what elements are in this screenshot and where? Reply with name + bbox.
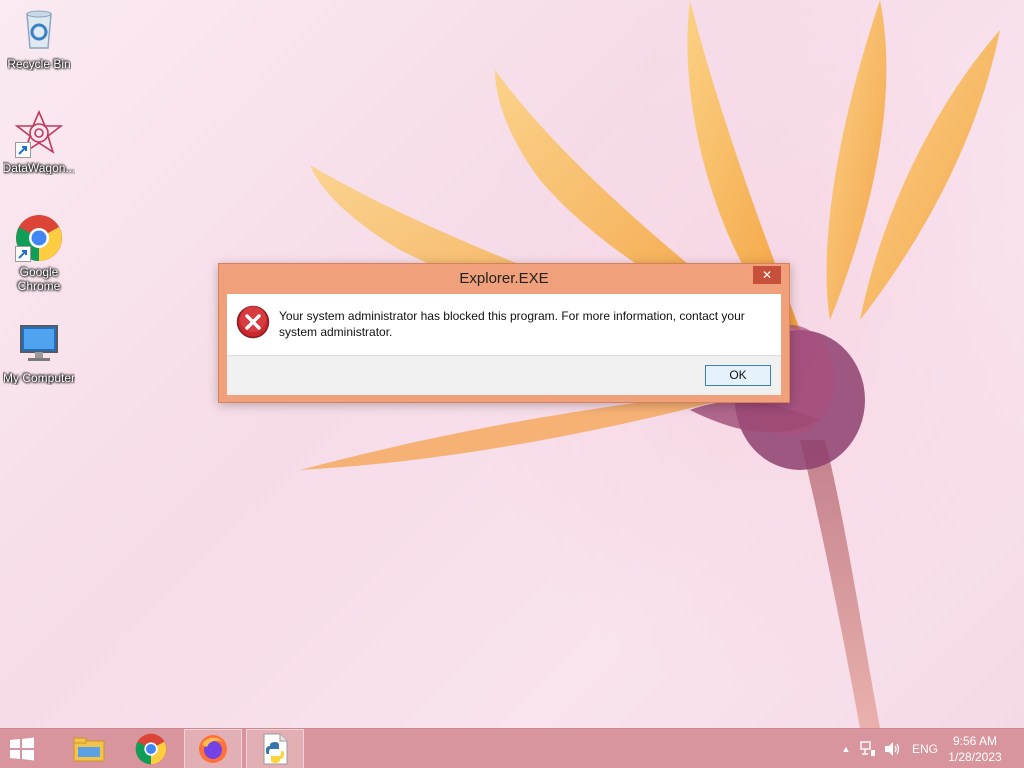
clock-date: 1/28/2023: [948, 750, 1002, 764]
desktop-icon-label: My Computer: [2, 371, 76, 385]
error-dialog: Explorer.EXE ✕ Your system administrator…: [218, 263, 790, 403]
taskbar: ▲ ENG 9:56 AM 1/28/2023: [0, 728, 1024, 768]
desktop-icon-label: Google Chrome: [17, 265, 61, 293]
taskbar-chrome[interactable]: [122, 729, 180, 768]
file-explorer-icon: [73, 737, 105, 762]
firefox-icon: [199, 735, 227, 763]
python-file-icon: [263, 733, 288, 765]
desktop: Recycle Bin DataWagon... Google Chrome M…: [0, 0, 1024, 768]
ok-button[interactable]: OK: [705, 365, 771, 386]
network-icon[interactable]: [858, 729, 878, 768]
computer-icon: [15, 320, 63, 368]
chrome-icon: [135, 733, 167, 765]
clock[interactable]: 9:56 AM 1/28/2023: [940, 733, 1010, 765]
windows-logo-icon: [10, 737, 34, 761]
clock-time: 9:56 AM: [952, 734, 998, 748]
language-indicator[interactable]: ENG: [910, 729, 940, 768]
shortcut-arrow-icon: [15, 142, 31, 158]
dialog-title: Explorer.EXE: [459, 270, 549, 287]
dialog-body: Your system administrator has blocked th…: [227, 294, 781, 355]
taskbar-file-explorer[interactable]: [60, 729, 118, 768]
desktop-icon-google-chrome[interactable]: Google Chrome: [0, 214, 78, 293]
desktop-icon-datawagon[interactable]: DataWagon...: [0, 109, 78, 175]
dialog-footer: OK: [227, 355, 781, 395]
desktop-icon-my-computer[interactable]: My Computer: [0, 320, 78, 385]
close-button[interactable]: ✕: [753, 266, 781, 284]
start-button[interactable]: [8, 737, 36, 761]
taskbar-python-file[interactable]: [246, 729, 304, 768]
chrome-icon: [15, 214, 63, 262]
desktop-icon-label: DataWagon...: [2, 161, 76, 175]
volume-icon[interactable]: [882, 729, 902, 768]
desktop-icon-label: Recycle Bin: [7, 57, 71, 71]
taskbar-firefox[interactable]: [184, 729, 242, 768]
dialog-message: Your system administrator has blocked th…: [279, 309, 745, 339]
desktop-icon-recycle-bin[interactable]: Recycle Bin: [0, 6, 78, 71]
show-hidden-icons-button[interactable]: ▲: [838, 729, 854, 768]
datawagon-app-icon: [14, 109, 64, 158]
shortcut-arrow-icon: [15, 246, 31, 262]
error-icon: [236, 305, 270, 339]
recycle-bin-icon: [15, 6, 63, 54]
